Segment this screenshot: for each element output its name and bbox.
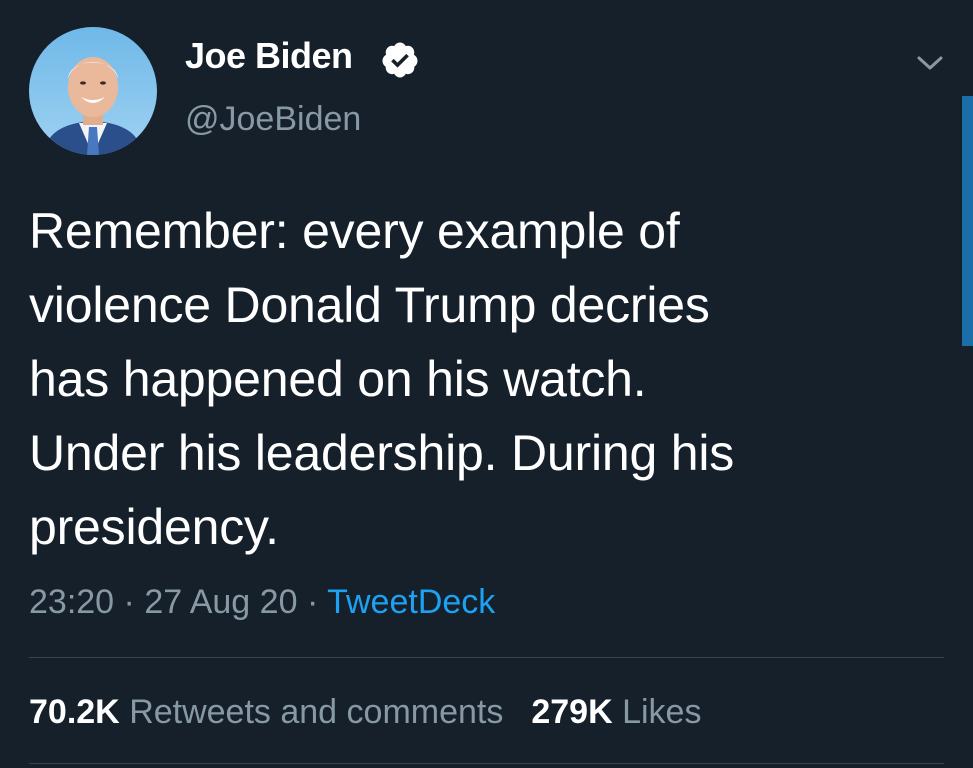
tweet-text-line: Remember: every example of — [29, 203, 680, 259]
retweets-stat[interactable]: 70.2K Retweets and comments — [29, 693, 503, 731]
author-handle[interactable]: @JoeBiden — [185, 102, 361, 136]
tweet-text-line: presidency. — [29, 499, 279, 555]
tweet-source-link[interactable]: TweetDeck — [327, 583, 495, 621]
tweet-text: Remember: every example of violence Dona… — [29, 194, 929, 564]
retweets-count: 70.2K — [29, 693, 120, 731]
retweets-label: Retweets and comments — [129, 693, 504, 731]
verified-badge-icon — [382, 42, 418, 78]
likes-count: 279K — [531, 693, 613, 731]
author-display-name[interactable]: Joe Biden — [185, 38, 353, 74]
tweet-text-line: has happened on his watch. — [29, 351, 647, 407]
tweet-text-line: Under his leadership. During his — [29, 425, 735, 481]
likes-label: Likes — [622, 693, 702, 731]
meta-separator: · — [123, 583, 135, 621]
tweet-card: Joe Biden @JoeBiden Remember: every exam… — [0, 0, 973, 768]
divider — [29, 657, 944, 658]
engagement-stats: 70.2K Retweets and comments 279K Likes — [29, 692, 701, 732]
tweet-date[interactable]: 27 Aug 20 — [144, 583, 297, 621]
tweet-metadata: 23:20 · 27 Aug 20 · TweetDeck — [29, 582, 495, 622]
likes-stat[interactable]: 279K Likes — [531, 693, 701, 731]
chevron-down-icon[interactable] — [915, 52, 945, 74]
tweet-text-line: violence Donald Trump decries — [29, 277, 710, 333]
avatar[interactable] — [29, 27, 157, 155]
meta-separator: · — [306, 583, 319, 621]
divider — [29, 763, 944, 764]
tweet-time[interactable]: 23:20 — [29, 583, 114, 621]
scrollbar[interactable] — [962, 96, 973, 346]
